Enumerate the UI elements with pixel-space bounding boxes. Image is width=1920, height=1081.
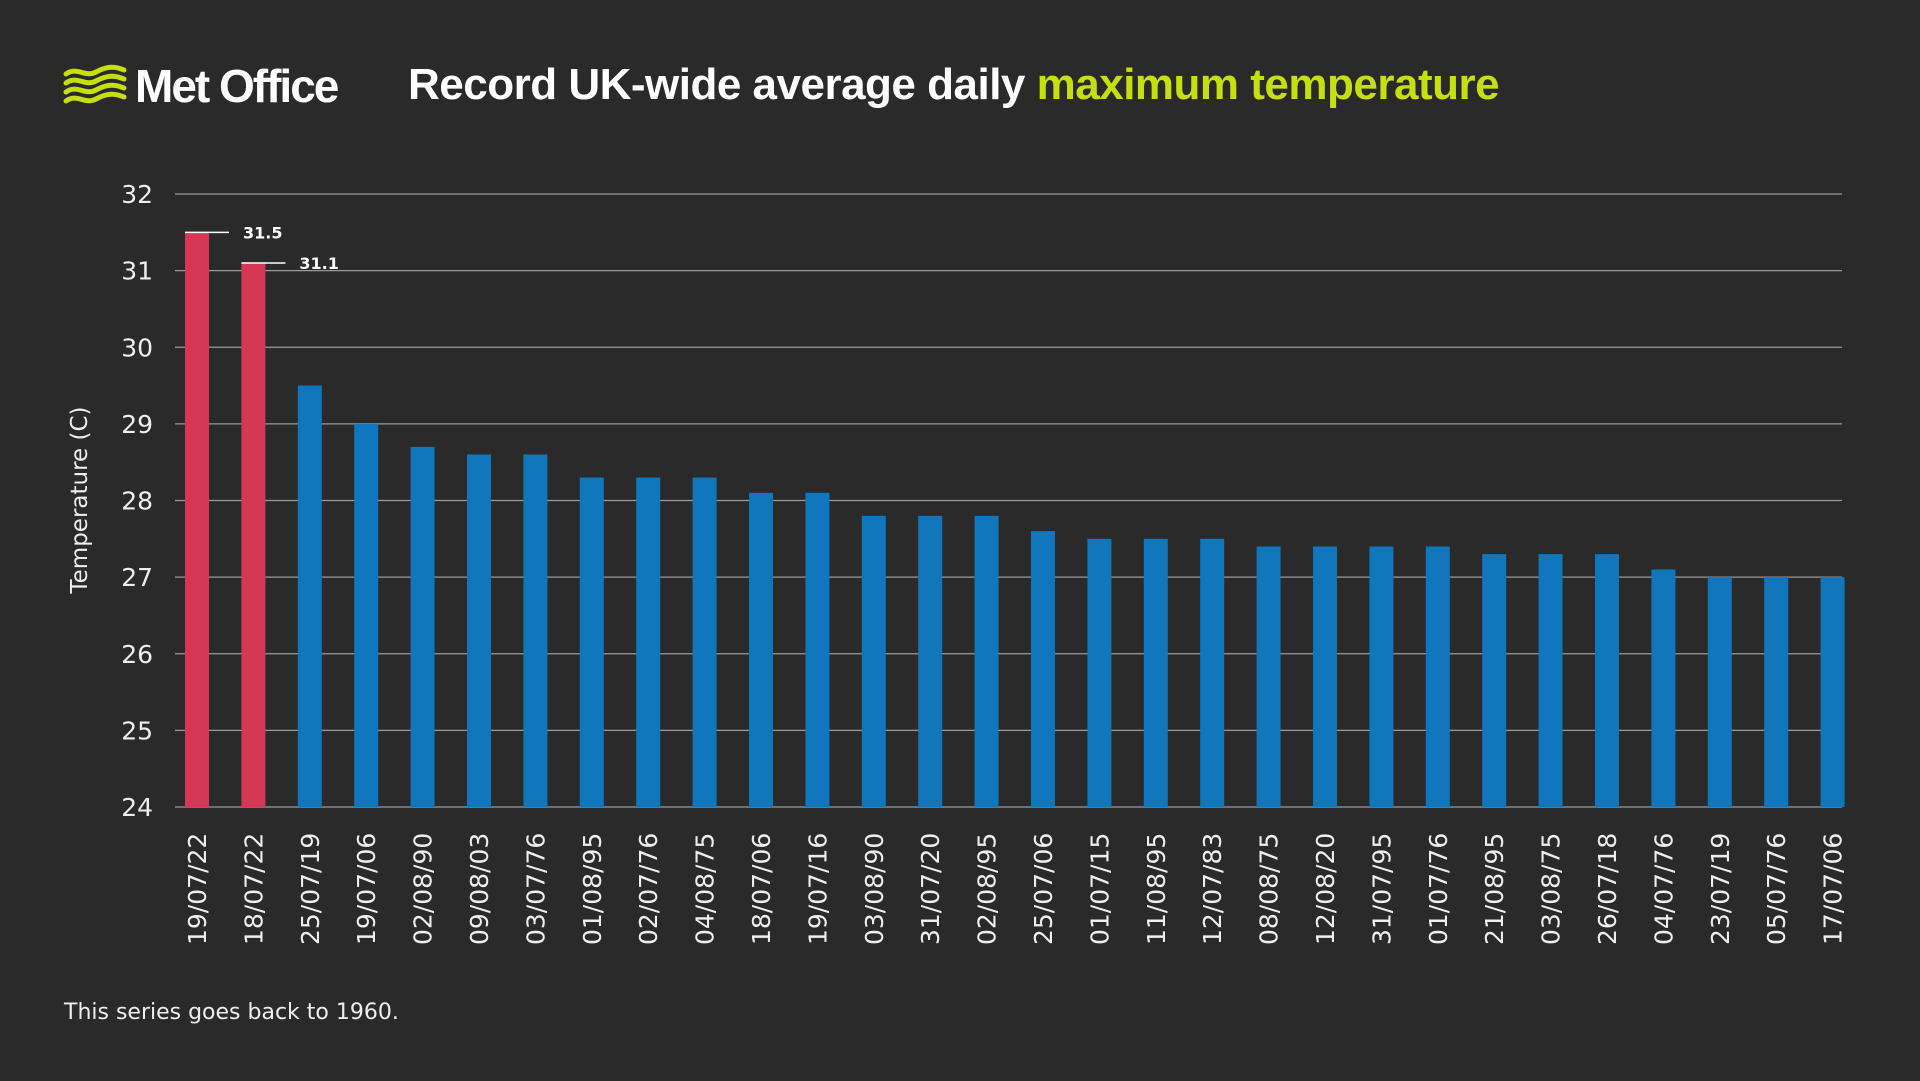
bar — [241, 262, 266, 807]
bar — [467, 454, 491, 807]
bar — [185, 232, 209, 807]
bar-chart: 24 25 26 27 28 29 30 31 32 31.5 31.1 19/07/22 18/0… — [67, 180, 1848, 945]
x-tick-label: 04/08/75 — [691, 833, 720, 945]
x-tick-label: 01/07/76 — [1424, 833, 1453, 945]
x-tick-label: 02/08/95 — [973, 833, 1002, 945]
bars — [185, 232, 1845, 807]
bar — [1200, 538, 1225, 807]
x-tick-label: 17/07/06 — [1819, 833, 1848, 945]
y-tick-label: 30 — [121, 333, 153, 362]
bar — [918, 515, 943, 807]
bar — [1369, 546, 1394, 807]
bar — [1087, 538, 1112, 807]
bar — [297, 385, 322, 807]
x-tick-label: 25/07/19 — [296, 833, 325, 945]
x-tick-label: 04/07/76 — [1649, 833, 1678, 945]
x-tick-label: 11/08/95 — [1142, 833, 1171, 945]
y-tick-label: 29 — [121, 410, 153, 439]
bar — [805, 492, 830, 807]
bar — [1707, 577, 1732, 807]
bar — [1595, 554, 1619, 807]
x-tick-label: 03/08/90 — [860, 833, 889, 945]
y-tick-label: 27 — [121, 563, 153, 592]
bar — [1538, 554, 1563, 807]
bar — [1313, 546, 1337, 807]
y-tick-label: 32 — [121, 180, 153, 209]
x-tick-label: 19/07/06 — [352, 833, 381, 945]
data-label: 31.5 — [243, 223, 282, 242]
bar — [974, 515, 999, 807]
bar — [523, 454, 548, 807]
y-tick-labels: 24 25 26 27 28 29 30 31 32 — [121, 180, 153, 822]
x-tick-label: 31/07/20 — [916, 833, 945, 945]
x-tick-label: 23/07/19 — [1706, 833, 1735, 945]
x-tick-label: 25/07/06 — [1029, 833, 1058, 945]
y-tick-label: 26 — [121, 640, 153, 669]
x-tick-label: 03/08/75 — [1537, 833, 1566, 945]
bar — [1820, 577, 1845, 807]
bar — [1143, 538, 1168, 807]
y-axis-label: Temperature (C) — [67, 406, 93, 594]
x-tick-label: 18/07/06 — [747, 833, 776, 945]
bar — [1256, 546, 1281, 807]
y-tick-label: 31 — [121, 257, 153, 286]
x-tick-label: 12/08/20 — [1311, 833, 1340, 945]
bar — [1031, 531, 1055, 807]
bar — [1651, 569, 1676, 807]
x-tick-label: 09/08/03 — [465, 833, 494, 945]
bar — [1482, 554, 1507, 807]
y-tick-label: 28 — [121, 487, 153, 516]
y-tick-label: 25 — [121, 716, 153, 745]
bar — [861, 515, 886, 807]
bar — [1425, 546, 1450, 807]
x-tick-label: 08/08/75 — [1255, 833, 1284, 945]
data-label: 31.1 — [299, 254, 338, 273]
footer-note: This series goes back to 1960. — [64, 1000, 399, 1025]
x-tick-labels: 19/07/22 18/07/22 25/07/19 19/07/06 02/08/90… — [183, 833, 1848, 945]
bar — [692, 477, 717, 807]
x-tick-label: 19/07/16 — [803, 833, 832, 945]
bar — [410, 446, 435, 807]
x-tick-label: 01/08/95 — [578, 833, 607, 945]
x-tick-label: 02/08/90 — [409, 833, 438, 945]
x-tick-label: 01/07/15 — [1085, 833, 1114, 945]
x-tick-label: 02/07/76 — [634, 833, 663, 945]
bar — [636, 477, 661, 807]
x-tick-label: 18/07/22 — [239, 833, 268, 945]
y-tick-label: 24 — [121, 793, 153, 822]
bar — [1764, 577, 1789, 807]
bar — [579, 477, 604, 807]
x-tick-label: 21/08/95 — [1480, 833, 1509, 945]
x-tick-label: 05/07/76 — [1762, 833, 1791, 945]
bar — [354, 423, 379, 807]
x-tick-label: 26/07/18 — [1593, 833, 1622, 945]
x-tick-label: 31/07/95 — [1367, 833, 1396, 945]
x-tick-label: 12/07/83 — [1198, 833, 1227, 945]
x-tick-label: 19/07/22 — [183, 833, 212, 945]
bar — [749, 492, 773, 807]
x-tick-label: 03/07/76 — [521, 833, 550, 945]
